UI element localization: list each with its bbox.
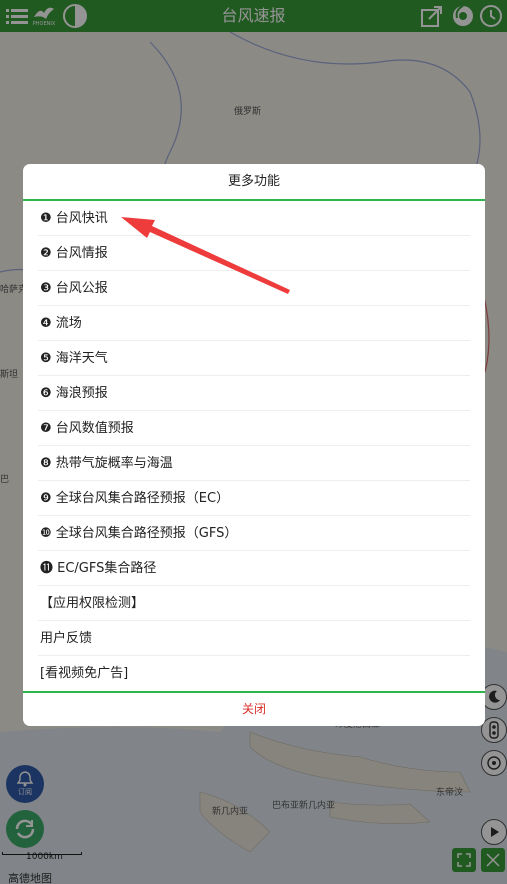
annotation-arrow	[121, 217, 290, 294]
